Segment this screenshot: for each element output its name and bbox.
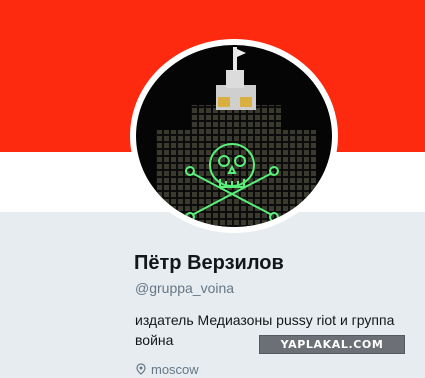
laser-skull-kremlin-image (136, 45, 332, 227)
watermark-badge: YAPLAKAL.COM (259, 335, 405, 354)
profile-handle[interactable]: @gruppa_voina (135, 280, 234, 296)
location-pin-icon (135, 363, 147, 378)
profile-location: moscow (135, 362, 199, 378)
profile-name: Пётр Верзилов (134, 252, 284, 274)
avatar[interactable] (130, 39, 338, 233)
location-text: moscow (151, 362, 199, 377)
